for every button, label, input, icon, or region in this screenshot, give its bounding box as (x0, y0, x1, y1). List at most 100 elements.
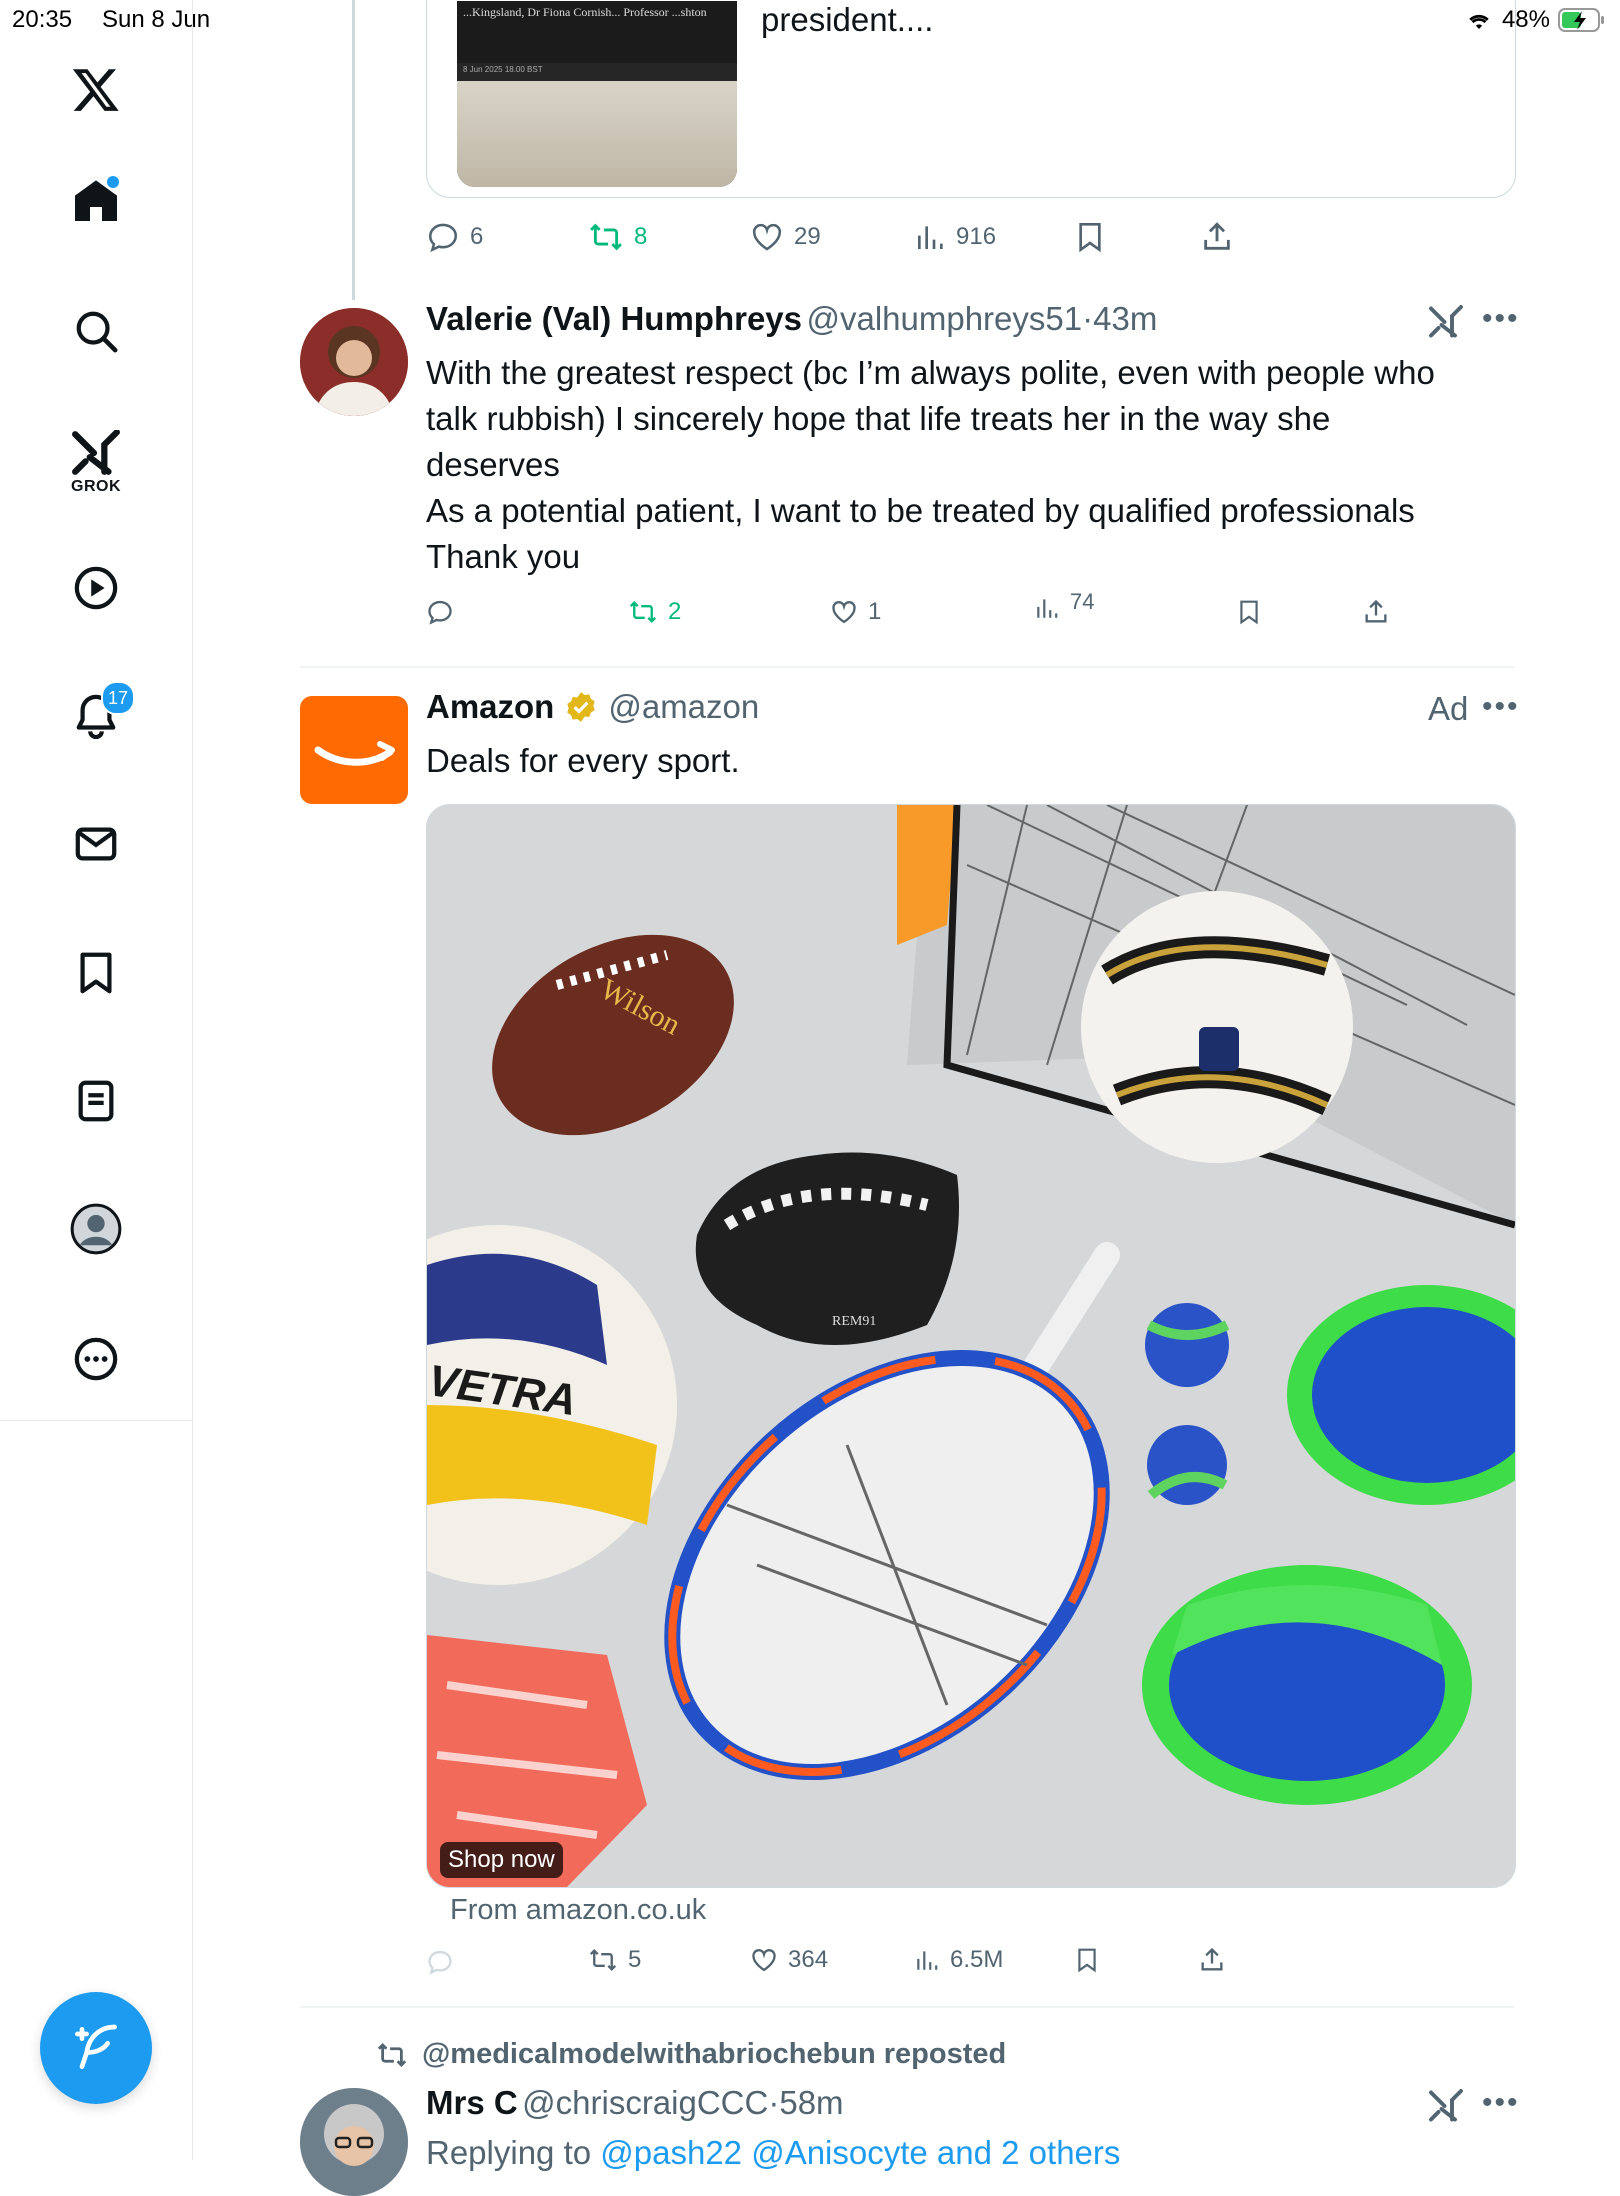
bookmark-button[interactable] (1074, 220, 1106, 254)
sidebar-divider (0, 1420, 192, 1421)
repost-icon (629, 601, 657, 623)
verified-badge-icon (567, 692, 596, 722)
post-time[interactable]: 58m (779, 2084, 843, 2121)
ad-text: Deals for every sport. (426, 742, 740, 779)
tweet2-line: As a potential patient, I want to be tre… (426, 492, 1415, 529)
avatar-portrait (300, 308, 408, 416)
amazon-avatar[interactable] (300, 696, 408, 804)
post-more-icon[interactable]: ••• (1482, 2086, 1520, 2120)
ad-media-image[interactable]: Wilson REM91 VETRA (426, 804, 1516, 1888)
repost-count: 8 (634, 223, 648, 250)
sports-equipment-image: Wilson REM91 VETRA (427, 805, 1515, 1887)
grok-icon[interactable] (63, 420, 129, 486)
post-divider (300, 2006, 1514, 2008)
repost-button[interactable]: 2 (628, 598, 681, 626)
share-upload-icon (1201, 1947, 1223, 1971)
bookmark-icon (1079, 223, 1101, 253)
author-name[interactable]: Valerie (Val) Humphreys (426, 300, 802, 337)
shop-now-button[interactable]: Shop now (440, 1842, 563, 1878)
post-time[interactable]: 43m (1093, 300, 1157, 337)
views-count: 916 (956, 223, 997, 250)
author-name[interactable]: Amazon (426, 688, 554, 726)
like-button[interactable]: 1 (830, 598, 881, 626)
ad-source-link[interactable]: From amazon.co.uk (450, 1894, 706, 1927)
reply-button[interactable] (426, 598, 454, 626)
grok-label: GROK (71, 478, 121, 495)
profile-avatar-icon[interactable] (63, 1196, 129, 1262)
soccer-ball (1081, 891, 1353, 1163)
post-more-icon[interactable]: ••• (1482, 690, 1520, 724)
quoted-post-snippet: president.... (761, 1, 934, 38)
repost-context: @medicalmodelwithabriochebun reposted (376, 2038, 1006, 2071)
separator-dot: · (768, 2084, 780, 2121)
messages-mail-icon[interactable] (63, 811, 129, 877)
reply-button[interactable] (426, 1948, 454, 1976)
post-more-icon[interactable]: ••• (1482, 302, 1520, 336)
notifications-bell-icon[interactable]: 17 (63, 681, 135, 749)
views-count: 6.5M (950, 1946, 1004, 1973)
share-upload-icon (1365, 599, 1387, 623)
like-button[interactable]: 29 (750, 220, 821, 254)
post-divider (300, 666, 1514, 668)
grok-explain-icon[interactable] (1428, 2088, 1464, 2129)
views-chart-icon (918, 226, 943, 249)
replying-to-links[interactable]: @pash22 @Anisocyte and 2 others (600, 2134, 1120, 2171)
tweet2-header: Valerie (Val) Humphreys @valhumphreys51·… (426, 300, 1157, 338)
tweet2-line: With the greatest respect (bc I’m always… (426, 354, 1435, 391)
share-button[interactable] (1198, 1946, 1226, 1974)
views-button[interactable]: 916 (914, 220, 996, 254)
grok-explain-icon[interactable] (1428, 304, 1464, 345)
ad-header: Amazon @amazon (426, 688, 759, 726)
reply-icon (428, 1950, 452, 1975)
author-name[interactable]: Mrs C (426, 2084, 518, 2121)
reply-count: 6 (470, 223, 484, 250)
author-handle[interactable]: @amazon (608, 688, 759, 726)
replying-to: Replying to @pash22 @Anisocyte and 2 oth… (426, 2134, 1120, 2172)
heart-icon (752, 1949, 776, 1972)
x-logo-icon[interactable] (63, 56, 129, 122)
thread-connector-line (352, 0, 355, 300)
like-count: 364 (788, 1946, 829, 1973)
share-button[interactable] (1362, 598, 1390, 626)
sidebar: GROK 17 (0, 0, 193, 1420)
reply-icon (428, 223, 458, 253)
home-unread-dot (107, 176, 119, 188)
thumbnail-header-text: ...Kingsland, Dr Fiona Cornish... Profes… (457, 1, 737, 63)
video-play-icon[interactable] (63, 555, 129, 621)
tweet4-header: Mrs C @chriscraigCCC·58m (426, 2084, 844, 2122)
views-button[interactable]: 74 (1034, 589, 1094, 622)
views-button[interactable]: 6.5M (914, 1946, 1003, 1974)
quoted-post-thumbnail[interactable]: ...Kingsland, Dr Fiona Cornish... Profes… (457, 1, 737, 187)
author-handle[interactable]: @valhumphreys51 (806, 300, 1082, 337)
reposted-by-label[interactable]: @medicalmodelwithabriochebun reposted (422, 2038, 1006, 2071)
reply-button[interactable]: 6 (426, 220, 483, 254)
compose-post-button[interactable] (40, 1992, 152, 2104)
ad-label: Ad (1428, 690, 1469, 727)
glove-brand: REM91 (832, 1314, 876, 1329)
author-handle[interactable]: @chriscraigCCC (522, 2084, 768, 2121)
tweet2-line: Thank you (426, 538, 581, 575)
search-icon[interactable] (63, 298, 129, 364)
mrs-c-avatar[interactable] (300, 2088, 408, 2196)
separator-dot: · (1082, 300, 1094, 337)
repost-button[interactable]: 5 (588, 1946, 641, 1974)
lists-icon[interactable] (63, 1068, 129, 1134)
thumbnail-room-image (457, 81, 737, 187)
home-icon[interactable] (63, 168, 129, 234)
share-upload-icon (1204, 222, 1230, 250)
views-chart-icon (917, 1951, 938, 1970)
repost-button[interactable]: 8 (588, 220, 647, 254)
thumbnail-date-text: 8 Jun 2025 18.00 BST (457, 63, 737, 81)
repost-icon (589, 1949, 617, 1971)
valerie-avatar[interactable] (300, 308, 408, 416)
repost-icon (590, 223, 622, 251)
heart-icon (752, 223, 782, 251)
share-button[interactable] (1200, 220, 1234, 254)
tweet2-body: With the greatest respect (bc I’m always… (426, 350, 1516, 580)
more-options-icon[interactable] (63, 1326, 129, 1392)
bookmarks-icon[interactable] (63, 940, 129, 1006)
like-button[interactable]: 364 (750, 1946, 828, 1974)
bookmark-button[interactable] (1074, 1946, 1100, 1974)
quoted-post-card[interactable]: ...Kingsland, Dr Fiona Cornish... Profes… (426, 0, 1516, 198)
bookmark-button[interactable] (1236, 598, 1262, 626)
